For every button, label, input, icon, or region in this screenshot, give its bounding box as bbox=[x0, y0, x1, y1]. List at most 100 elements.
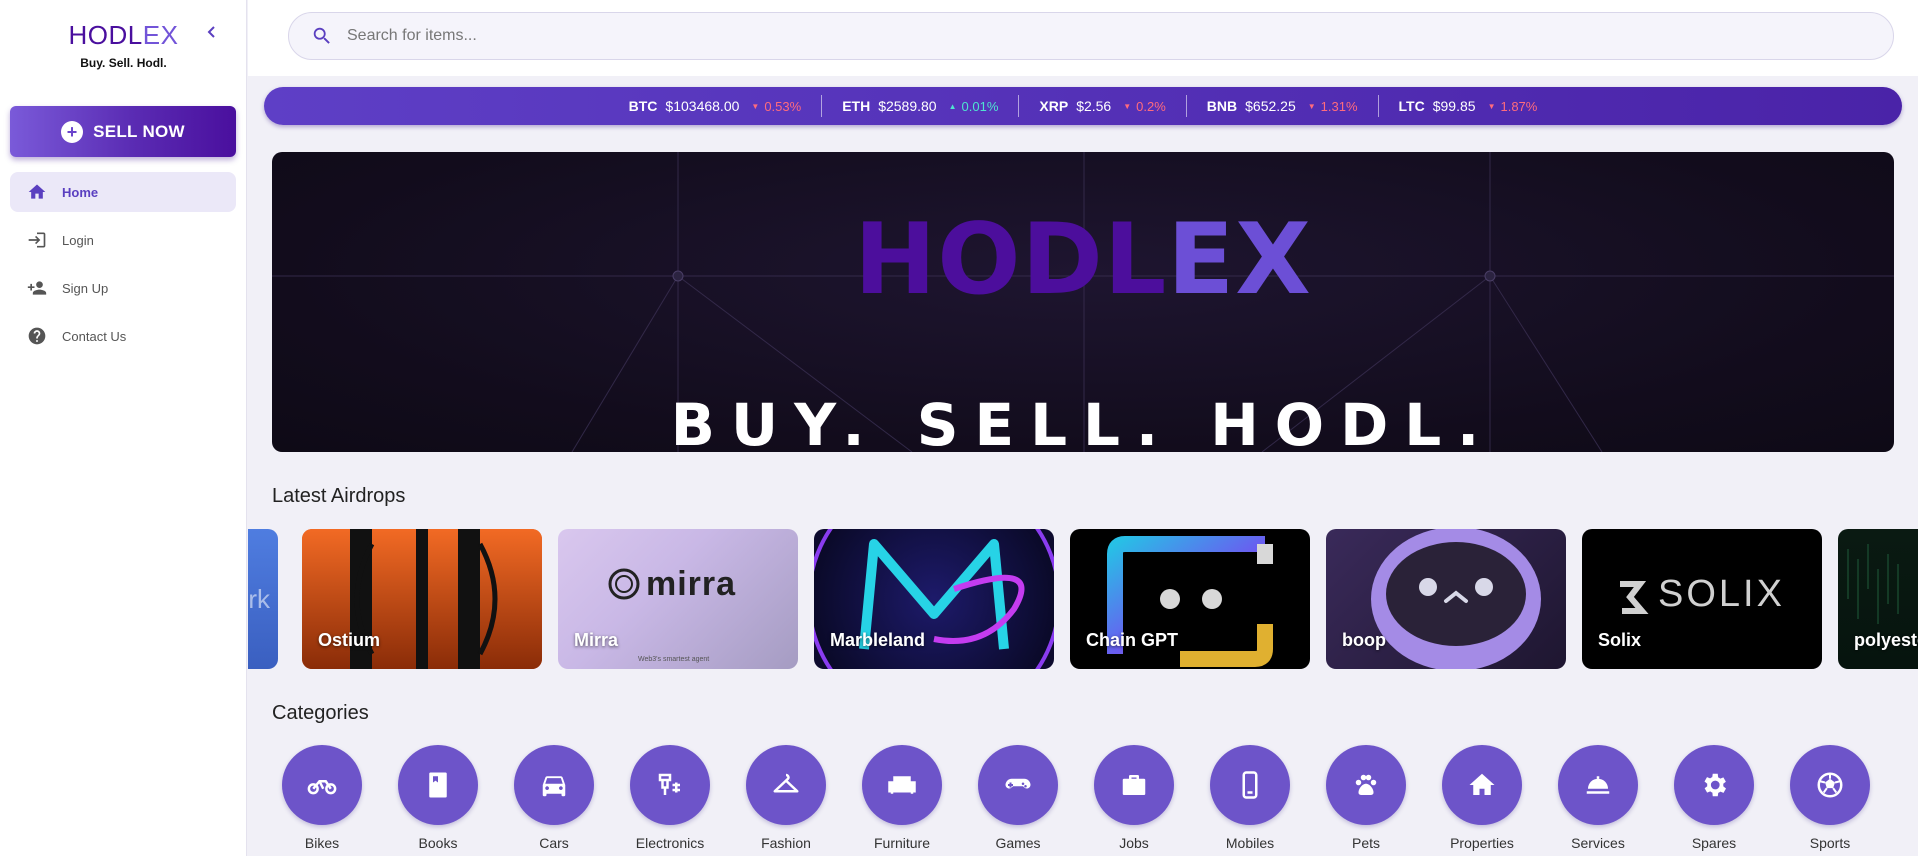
airdrop-card-mirra[interactable]: mirra Web3's smartest agent Mirra bbox=[558, 529, 798, 669]
ticker-price: $103468.00 bbox=[665, 98, 740, 114]
sofa-icon bbox=[862, 745, 942, 825]
ticker-symbol: ETH bbox=[842, 98, 871, 114]
search-input[interactable] bbox=[347, 27, 1747, 45]
airdrop-label: polyeste bbox=[1854, 630, 1918, 650]
sell-now-label: SELL NOW bbox=[93, 121, 185, 141]
arrow-down-icon: ▼ bbox=[1487, 101, 1496, 111]
airdrop-card-polyeste[interactable]: polyeste bbox=[1838, 529, 1918, 669]
airdrop-card-chain-gpt[interactable]: Chain GPT bbox=[1070, 529, 1310, 669]
sidebar-item-label: Sign Up bbox=[62, 280, 109, 296]
category-services[interactable]: Services bbox=[1548, 745, 1648, 851]
mirra-subtext: Web3's smartest agent bbox=[638, 656, 710, 663]
search-bar[interactable] bbox=[288, 12, 1894, 60]
ticker-item-btc: BTC $103468.00 ▼ 0.53% bbox=[609, 95, 823, 117]
category-label: Furniture bbox=[873, 835, 931, 851]
category-books[interactable]: Books bbox=[388, 745, 488, 851]
arrow-down-icon: ▼ bbox=[1307, 101, 1316, 111]
category-label: Jobs bbox=[1119, 835, 1149, 851]
hero-logo: HODLEX bbox=[854, 203, 1312, 317]
ticker-price: $2.56 bbox=[1076, 98, 1112, 114]
ticker-price: $2589.80 bbox=[878, 98, 937, 114]
category-label: Books bbox=[418, 835, 458, 851]
category-spares[interactable]: Spares bbox=[1664, 745, 1764, 851]
category-label: Bikes bbox=[304, 835, 340, 851]
category-cars[interactable]: Cars bbox=[504, 745, 604, 851]
category-label: Mobiles bbox=[1225, 835, 1275, 851]
sidebar-item-label: Contact Us bbox=[62, 328, 127, 344]
chevron-left-icon[interactable] bbox=[204, 22, 220, 42]
airdrop-card[interactable]: rk bbox=[248, 529, 278, 669]
category-properties[interactable]: Properties bbox=[1432, 745, 1532, 851]
airdrop-card-boop[interactable]: boop bbox=[1326, 529, 1566, 669]
arrow-down-icon: ▼ bbox=[1123, 101, 1132, 111]
sidebar-item-sign-up[interactable]: Sign Up bbox=[10, 268, 236, 308]
category-label: Spares bbox=[1691, 835, 1737, 851]
paw-icon bbox=[1326, 745, 1406, 825]
house-icon bbox=[1442, 745, 1522, 825]
categories-list: Bikes Books Cars Electronics Fashion Fur… bbox=[272, 745, 1902, 856]
person-add-icon bbox=[26, 277, 48, 299]
sidebar-item-home[interactable]: Home bbox=[10, 172, 236, 212]
ball-icon bbox=[1790, 745, 1870, 825]
airdrops-heading: Latest Airdrops bbox=[272, 485, 406, 507]
airdrops-carousel[interactable]: rk Ostium mirra Web3's smartest agent Mi… bbox=[248, 529, 1918, 669]
sell-now-button[interactable]: + SELL NOW bbox=[10, 106, 236, 157]
category-fashion[interactable]: Fashion bbox=[736, 745, 836, 851]
motorcycle-icon bbox=[282, 745, 362, 825]
sidebar-item-login[interactable]: Login bbox=[10, 220, 236, 260]
sidebar-nav: Home Login Sign Up Contact Us bbox=[10, 172, 236, 364]
plus-icon: + bbox=[61, 120, 84, 143]
airdrop-label: Marbleland bbox=[830, 630, 926, 650]
ticker-item-xrp: XRP $2.56 ▼ 0.2% bbox=[1019, 95, 1187, 117]
sidebar-item-label: Home bbox=[62, 184, 99, 200]
ticker-symbol: LTC bbox=[1398, 98, 1425, 114]
category-sports[interactable]: Sports bbox=[1780, 745, 1880, 851]
ticker-change: ▼ 0.2% bbox=[1123, 98, 1166, 114]
arrow-down-icon: ▼ bbox=[751, 101, 760, 111]
category-mobiles[interactable]: Mobiles bbox=[1200, 745, 1300, 851]
help-circle-icon bbox=[26, 325, 48, 347]
category-jobs[interactable]: Jobs bbox=[1084, 745, 1184, 851]
airdrop-label: Ostium bbox=[318, 630, 381, 650]
car-icon bbox=[514, 745, 594, 825]
category-electronics[interactable]: Electronics bbox=[620, 745, 720, 851]
category-label: Cars bbox=[539, 835, 569, 851]
category-label: Properties bbox=[1450, 835, 1514, 851]
search-icon bbox=[311, 25, 333, 47]
ticker-symbol: BNB bbox=[1206, 98, 1238, 114]
mirra-logo-text: mirra bbox=[646, 565, 737, 603]
ticker-change: ▼ 1.87% bbox=[1487, 98, 1538, 114]
airdrop-label: boop bbox=[1342, 630, 1386, 650]
login-icon bbox=[26, 229, 48, 251]
airdrop-label: Mirra bbox=[574, 630, 619, 650]
category-pets[interactable]: Pets bbox=[1316, 745, 1416, 851]
airdrop-card-marbleland[interactable]: Marbleland bbox=[814, 529, 1054, 669]
category-games[interactable]: Games bbox=[968, 745, 1068, 851]
ticker-change: ▼ 0.53% bbox=[751, 98, 802, 114]
ticker-symbol: BTC bbox=[628, 98, 658, 114]
airdrop-label: Solix bbox=[1598, 630, 1642, 650]
hero-banner: HODLEX BUY. SELL. HODL. bbox=[272, 152, 1894, 452]
phone-icon bbox=[1210, 745, 1290, 825]
categories-heading: Categories bbox=[272, 702, 369, 724]
category-label: Games bbox=[995, 835, 1041, 851]
brand-tagline: Buy. Sell. Hodl. bbox=[80, 56, 167, 70]
category-label: Pets bbox=[1351, 835, 1380, 851]
ticker-item-ltc: LTC $99.85 ▼ 1.87% bbox=[1379, 95, 1558, 117]
category-furniture[interactable]: Furniture bbox=[852, 745, 952, 851]
airdrop-card-ostium[interactable]: Ostium bbox=[302, 529, 542, 669]
hanger-icon bbox=[746, 745, 826, 825]
category-label: Sports bbox=[1809, 835, 1851, 851]
airdrop-label: Chain GPT bbox=[1086, 630, 1179, 650]
ticker-change: ▲ 0.01% bbox=[948, 98, 999, 114]
home-icon bbox=[26, 181, 48, 203]
category-label: Fashion bbox=[761, 835, 811, 851]
category-label: Services bbox=[1571, 835, 1625, 851]
service-bell-icon bbox=[1558, 745, 1638, 825]
ticker-price: $652.25 bbox=[1245, 98, 1296, 114]
category-bikes[interactable]: Bikes bbox=[272, 745, 372, 851]
solix-logo-text: SOLIX bbox=[1658, 573, 1785, 615]
sidebar-item-contact-us[interactable]: Contact Us bbox=[10, 316, 236, 356]
ticker-symbol: XRP bbox=[1039, 98, 1069, 114]
airdrop-card-solix[interactable]: SOLIX Solix bbox=[1582, 529, 1822, 669]
